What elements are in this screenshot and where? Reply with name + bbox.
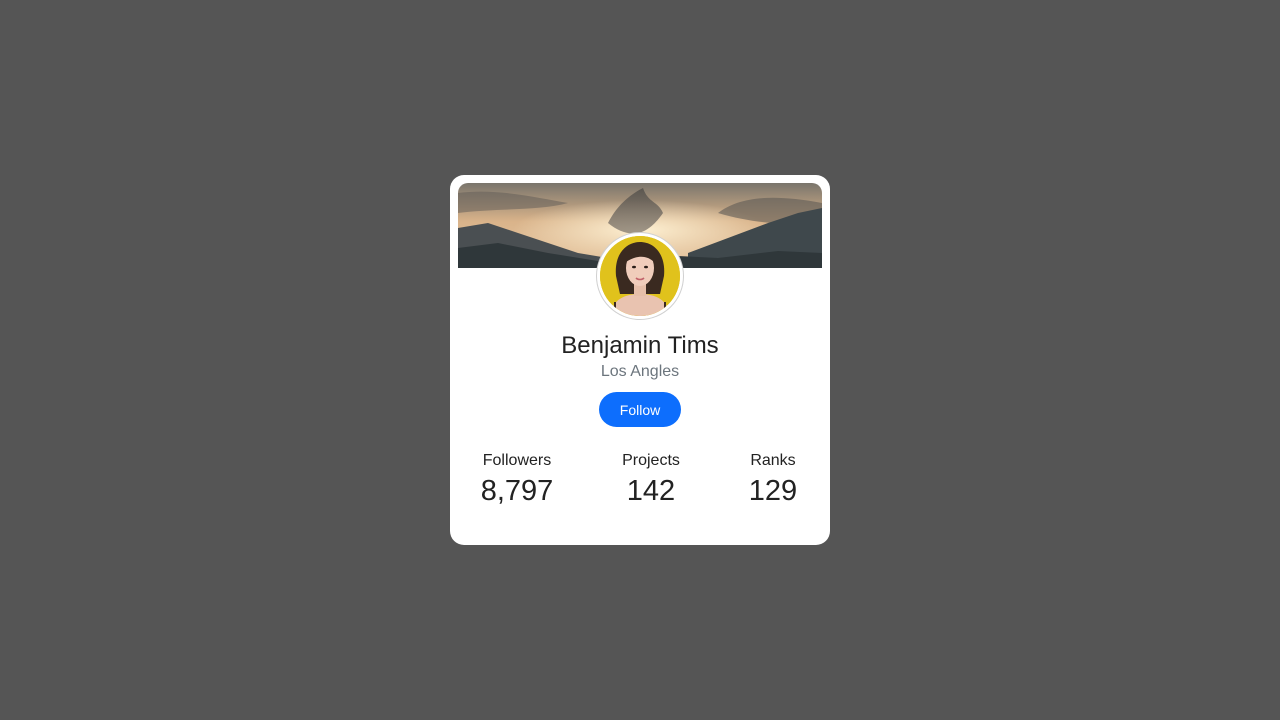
profile-name: Benjamin Tims xyxy=(561,332,719,359)
stat-value: 129 xyxy=(748,475,798,507)
follow-button[interactable]: Follow xyxy=(599,392,681,427)
stat-value: 8,797 xyxy=(480,475,554,507)
profile-location: Los Angles xyxy=(600,363,680,380)
profile-card: Benjamin Tims Los Angles Follow Follower… xyxy=(450,175,830,545)
stats-row: Followers 8,797 Projects 142 Ranks 129 xyxy=(450,451,830,511)
stat-projects: Projects 142 xyxy=(622,451,680,508)
stat-label: Projects xyxy=(622,452,680,469)
stat-value: 142 xyxy=(626,475,676,507)
stat-ranks: Ranks 129 xyxy=(749,451,797,508)
stat-label: Followers xyxy=(482,452,552,469)
stat-followers: Followers 8,797 xyxy=(481,451,554,508)
stat-label: Ranks xyxy=(750,452,796,469)
avatar xyxy=(597,233,683,319)
